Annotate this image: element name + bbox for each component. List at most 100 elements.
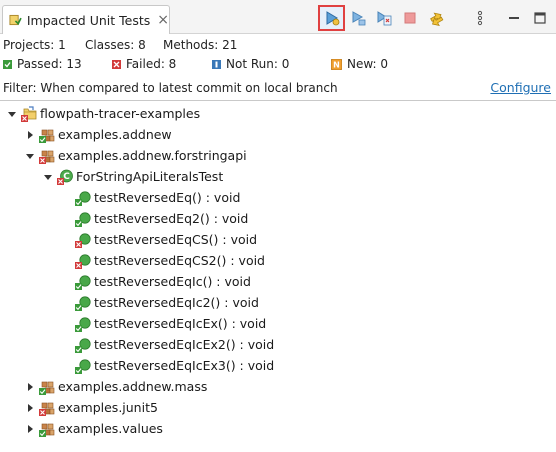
not-run-icon bbox=[212, 59, 221, 69]
sync-button[interactable] bbox=[423, 5, 449, 31]
expand-arrow-icon[interactable] bbox=[24, 129, 36, 141]
tree-item-label: testReversedEqCS() : void bbox=[94, 232, 258, 247]
run-all-icon bbox=[352, 11, 366, 26]
tree-item-method[interactable]: testReversedEqIc() : void bbox=[60, 271, 251, 292]
passed-count: Passed: 13 bbox=[17, 57, 82, 71]
method-failed-icon bbox=[75, 232, 91, 248]
run-impacted-tests-icon bbox=[326, 11, 339, 26]
projects-count: Projects: 1 bbox=[3, 38, 66, 52]
tree-item-method[interactable]: testReversedEqIcEx2() : void bbox=[60, 334, 274, 355]
maximize-button[interactable] bbox=[527, 5, 553, 31]
tree-item-package[interactable]: examples.addnew.forstringapi bbox=[24, 145, 247, 166]
method-passed-icon bbox=[75, 337, 91, 353]
tab-impacted-unit-tests[interactable]: Impacted Unit Tests × bbox=[2, 5, 170, 34]
method-passed-icon bbox=[75, 190, 91, 206]
run-failed-icon bbox=[377, 11, 392, 26]
method-passed-icon bbox=[75, 295, 91, 311]
package-passed-icon bbox=[39, 129, 55, 143]
tree-item-label: testReversedEqIcEx() : void bbox=[94, 316, 267, 331]
tree-item-method[interactable]: testReversedEqCS() : void bbox=[60, 229, 257, 250]
impacted-tests-view-icon bbox=[9, 14, 22, 26]
close-icon[interactable]: × bbox=[157, 13, 169, 27]
tree-item-package[interactable]: examples.values bbox=[24, 418, 163, 439]
tree-item-label: examples.junit5 bbox=[58, 400, 158, 415]
tree-item-method[interactable]: testReversedEqCS2() : void bbox=[60, 250, 265, 271]
svg-text:N: N bbox=[333, 60, 340, 69]
tree-item-label: testReversedEq2() : void bbox=[94, 211, 249, 226]
method-passed-icon bbox=[75, 316, 91, 332]
tree-item-package[interactable]: examples.addnew bbox=[24, 124, 172, 145]
tree-item-label: examples.values bbox=[58, 421, 163, 436]
tree-item-label: testReversedEqIc() : void bbox=[94, 274, 251, 289]
expand-arrow-icon[interactable] bbox=[24, 423, 36, 435]
stop-icon bbox=[404, 12, 416, 24]
sync-icon bbox=[430, 12, 444, 26]
tree-item-package[interactable]: examples.junit5 bbox=[24, 397, 158, 418]
tree-item-project[interactable]: flowpath-tracer-examples bbox=[6, 103, 200, 124]
passed-icon bbox=[3, 59, 12, 69]
collapse-arrow-icon[interactable] bbox=[42, 171, 54, 183]
minimize-icon bbox=[509, 17, 519, 19]
view-menu-button[interactable] bbox=[467, 5, 493, 31]
minimize-button[interactable] bbox=[501, 5, 527, 31]
expand-arrow-icon[interactable] bbox=[24, 381, 36, 393]
tree-item-method[interactable]: testReversedEq2() : void bbox=[60, 208, 248, 229]
package-failed-icon bbox=[39, 402, 55, 416]
collapse-arrow-icon[interactable] bbox=[6, 108, 18, 120]
tree-item-method[interactable]: testReversedEqIcEx() : void bbox=[60, 313, 266, 334]
filter-description: Filter: When compared to latest commit o… bbox=[3, 81, 338, 95]
svg-text:C: C bbox=[63, 172, 70, 182]
tree-item-method[interactable]: testReversedEqIcEx3() : void bbox=[60, 355, 274, 376]
classes-count: Classes: 8 bbox=[85, 38, 146, 52]
new-count: New: 0 bbox=[347, 57, 389, 71]
filter-bar: Filter: When compared to latest commit o… bbox=[0, 77, 556, 101]
failed-count: Failed: 8 bbox=[126, 57, 177, 71]
maximize-icon bbox=[534, 12, 546, 24]
package-passed-icon bbox=[39, 381, 55, 395]
tree-item-label: testReversedEqIcEx3() : void bbox=[94, 358, 275, 373]
tree-item-label: examples.addnew.forstringapi bbox=[58, 148, 247, 163]
tree-item-label: examples.addnew bbox=[58, 127, 172, 142]
tree-item-label: testReversedEqCS2() : void bbox=[94, 253, 265, 268]
package-failed-icon bbox=[39, 150, 55, 164]
tree-item-label: flowpath-tracer-examples bbox=[40, 106, 201, 121]
methods-count: Methods: 21 bbox=[163, 38, 238, 52]
run-impacted-tests-button[interactable] bbox=[318, 5, 345, 31]
tree-item-label: examples.addnew.mass bbox=[58, 379, 208, 394]
method-failed-icon bbox=[75, 253, 91, 269]
run-failed-button[interactable] bbox=[371, 5, 397, 31]
class-failed-icon: C bbox=[57, 169, 73, 185]
tab-title: Impacted Unit Tests bbox=[26, 12, 151, 28]
tree-item-package[interactable]: examples.addnew.mass bbox=[24, 376, 207, 397]
new-icon: N bbox=[331, 58, 342, 70]
result-counts: Passed: 13 Failed: 8 Not Run: 0 N New: 0 bbox=[0, 57, 556, 71]
view-toolbar bbox=[318, 5, 553, 31]
collapse-arrow-icon[interactable] bbox=[24, 150, 36, 162]
stop-button[interactable] bbox=[397, 5, 423, 31]
project-failed-icon bbox=[21, 105, 37, 122]
not-run-count: Not Run: 0 bbox=[226, 57, 290, 71]
view-tab-bar: Impacted Unit Tests × bbox=[0, 0, 556, 34]
tree-item-class[interactable]: C ForStringApiLiteralsTest bbox=[42, 166, 223, 187]
expand-arrow-icon[interactable] bbox=[24, 402, 36, 414]
tree-item-label: ForStringApiLiteralsTest bbox=[76, 169, 224, 184]
tree-item-method[interactable]: testReversedEqIc2() : void bbox=[60, 292, 259, 313]
tree-item-label: testReversedEq() : void bbox=[94, 190, 241, 205]
method-passed-icon bbox=[75, 211, 91, 227]
tree-item-method[interactable]: testReversedEq() : void bbox=[60, 187, 240, 208]
method-passed-icon bbox=[75, 358, 91, 374]
package-passed-icon bbox=[39, 423, 55, 437]
run-all-button[interactable] bbox=[345, 5, 371, 31]
tree-item-label: testReversedEqIcEx2() : void bbox=[94, 337, 275, 352]
configure-link[interactable]: Configure bbox=[490, 80, 551, 95]
failed-icon bbox=[112, 59, 121, 69]
